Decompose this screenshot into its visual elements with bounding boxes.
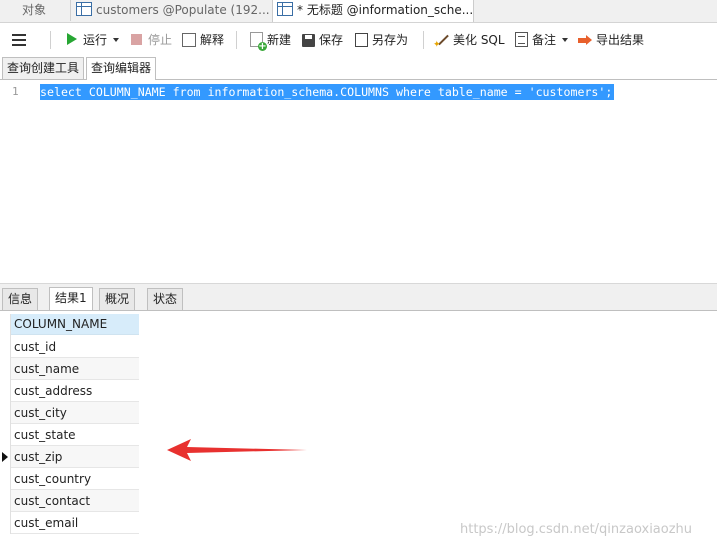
explain-icon [182, 33, 196, 47]
new-label: 新建 [267, 33, 292, 47]
hamburger-menu-icon[interactable] [12, 34, 26, 46]
table-row[interactable]: cust_state [11, 424, 139, 446]
tab-query-editor[interactable]: 查询编辑器 [86, 57, 157, 80]
stop-icon [131, 34, 142, 45]
result-tab-bar: 信息 结果1 概况 状态 [0, 283, 717, 311]
query-toolbar: 运行 停止 解释 新建 保存 另存为 美化 SQL 备注 导出结果 [0, 23, 717, 62]
tab-objects-label: 对象 [22, 3, 47, 17]
note-button[interactable]: 备注 [515, 23, 569, 57]
tab-customers[interactable]: customers @Populate (192... [70, 0, 276, 21]
table-row[interactable]: cust_zip [11, 446, 139, 468]
export-icon [578, 33, 592, 47]
tab-objects[interactable]: 对象 [8, 0, 77, 21]
sql-code-line[interactable]: select COLUMN_NAME from information_sche… [40, 84, 615, 100]
export-label: 导出结果 [596, 33, 645, 47]
tab-info[interactable]: 信息 [2, 288, 39, 310]
line-number-gutter: 1 [0, 80, 30, 280]
tab-result1[interactable]: 结果1 [49, 287, 93, 310]
table-icon [76, 2, 92, 16]
explain-button[interactable]: 解释 [182, 23, 224, 57]
tab-info-label: 信息 [8, 292, 33, 306]
save-icon [302, 34, 315, 47]
save-as-icon [355, 33, 368, 47]
beautify-label: 美化 SQL [453, 33, 505, 47]
tab-query-untitled[interactable]: * 无标题 @information_sche... [272, 0, 474, 22]
play-icon [67, 33, 77, 45]
magic-wand-icon [433, 28, 449, 62]
row-header-column [0, 314, 11, 534]
save-as-label: 另存为 [372, 33, 409, 47]
sql-editor[interactable]: 1 select COLUMN_NAME from information_sc… [0, 80, 717, 280]
query-icon [277, 2, 293, 16]
tab-query-builder-label: 查询创建工具 [7, 61, 80, 75]
editor-tab-bar: 查询创建工具 查询编辑器 [0, 57, 717, 80]
tab-overview[interactable]: 概况 [99, 288, 136, 310]
red-arrow-annotation [167, 439, 307, 461]
tab-customers-label: customers @Populate (192... [96, 3, 270, 17]
run-button[interactable]: 运行 [67, 23, 120, 57]
new-button[interactable]: 新建 [250, 23, 291, 57]
line-number: 1 [12, 85, 19, 98]
save-button[interactable]: 保存 [302, 23, 343, 57]
note-icon [515, 32, 528, 47]
stop-button[interactable]: 停止 [131, 23, 172, 57]
tab-query-label: * 无标题 @information_sche... [297, 3, 474, 17]
explain-label: 解释 [200, 33, 225, 47]
watermark: https://blog.csdn.net/qinzaoxiaozhu [460, 522, 693, 537]
toolbar-divider [50, 31, 51, 49]
tab-status-label: 状态 [153, 292, 178, 306]
toolbar-divider [423, 31, 424, 49]
toolbar-divider [236, 31, 237, 49]
tab-status[interactable]: 状态 [147, 288, 184, 310]
note-label: 备注 [532, 33, 557, 47]
export-results-button[interactable]: 导出结果 [578, 23, 644, 57]
new-query-icon [250, 32, 267, 51]
save-as-button[interactable]: 另存为 [355, 23, 408, 57]
chevron-down-icon[interactable] [562, 38, 569, 42]
stop-label: 停止 [148, 33, 173, 47]
tab-query-builder[interactable]: 查询创建工具 [2, 57, 85, 79]
table-row[interactable]: cust_address [11, 380, 139, 402]
table-row[interactable]: cust_name [11, 358, 139, 380]
table-row[interactable]: cust_country [11, 468, 139, 490]
table-row[interactable]: cust_city [11, 402, 139, 424]
table-row[interactable]: cust_contact [11, 490, 139, 512]
tab-result1-label: 结果1 [55, 291, 87, 305]
save-label: 保存 [319, 33, 344, 47]
document-tab-bar: 对象 customers @Populate (192... * 无标题 @in… [0, 0, 717, 23]
table-row[interactable]: cust_id [11, 336, 139, 358]
column-header[interactable]: COLUMN_NAME [11, 314, 139, 335]
table-row[interactable]: cust_email [11, 512, 139, 534]
tab-query-editor-label: 查询编辑器 [91, 61, 152, 75]
chevron-down-icon[interactable] [113, 38, 120, 42]
run-label: 运行 [83, 33, 108, 47]
beautify-sql-button[interactable]: 美化 SQL [433, 23, 505, 62]
tab-overview-label: 概况 [105, 292, 130, 306]
current-row-indicator-icon [2, 452, 8, 462]
